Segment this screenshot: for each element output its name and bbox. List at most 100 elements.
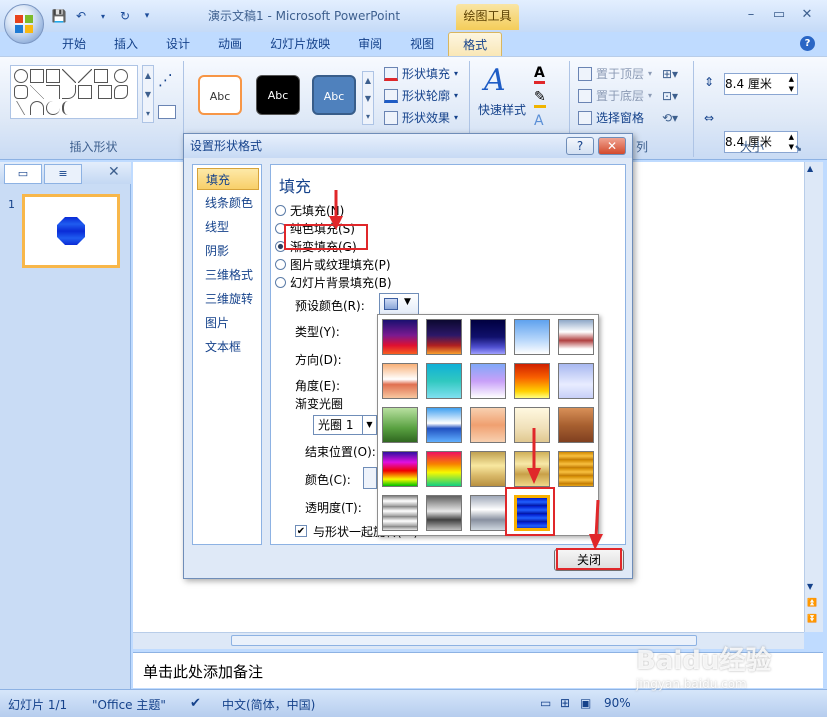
preset-swatch[interactable]	[426, 451, 462, 487]
bring-to-front-button[interactable]: 置于顶层 ▾	[578, 63, 652, 85]
style-sample-blue[interactable]: Abc	[312, 75, 356, 115]
next-slide-icon[interactable]: ⏬	[807, 614, 817, 623]
shape-right-arrow-icon[interactable]	[78, 85, 92, 99]
preset-colors-dropdown[interactable]: ▼	[379, 293, 419, 315]
quick-styles-a-icon[interactable]: A	[484, 63, 506, 98]
preset-swatch[interactable]	[558, 451, 594, 487]
close-pane-icon[interactable]: ✕	[108, 164, 120, 180]
shape-wave-icon[interactable]	[46, 101, 60, 115]
edit-shape-icon[interactable]: ⋰	[158, 71, 173, 89]
shape-rect-icon[interactable]	[30, 69, 44, 83]
nav-3d-rotation[interactable]: 三维旋转	[197, 288, 259, 310]
close-window-button[interactable]: ✕	[796, 6, 818, 24]
spellcheck-icon[interactable]: ✔	[190, 696, 201, 711]
normal-view-icon[interactable]: ▭	[540, 696, 551, 710]
preset-swatch[interactable]	[470, 451, 506, 487]
color-picker-button[interactable]	[363, 467, 377, 489]
nav-line-color[interactable]: 线条颜色	[197, 192, 259, 214]
save-icon[interactable]: 💾	[50, 7, 68, 25]
align-icon[interactable]: ⊞▾	[662, 67, 678, 81]
shape-elbow-icon[interactable]	[46, 85, 60, 99]
nav-textbox[interactable]: 文本框	[197, 336, 259, 358]
shape-arrow-line-icon[interactable]	[78, 69, 92, 83]
shape-rectangle-icon[interactable]	[94, 69, 108, 83]
shape-outline-button[interactable]: 形状轮廓 ▾	[384, 85, 458, 107]
preset-swatch[interactable]	[514, 319, 550, 355]
shape-vertical-text-icon[interactable]	[46, 69, 60, 83]
tab-home[interactable]: 开始	[48, 32, 100, 56]
scroll-down-icon[interactable]: ▼	[807, 582, 813, 591]
tab-review[interactable]: 审阅	[344, 32, 396, 56]
shapes-gallery[interactable]	[10, 65, 138, 119]
shape-line-icon[interactable]	[62, 69, 76, 83]
maximize-button[interactable]: ▭	[768, 6, 790, 24]
shape-lightning-icon[interactable]	[14, 101, 28, 115]
shape-textbox-icon[interactable]	[14, 69, 28, 83]
preset-swatch[interactable]	[470, 495, 506, 531]
preset-swatch[interactable]	[426, 407, 462, 443]
radio-picture-fill[interactable]: 图片或纹理填充(P)	[275, 255, 391, 273]
text-outline-icon[interactable]: ✎	[534, 89, 546, 108]
slideshow-view-icon[interactable]: ▣	[580, 696, 591, 710]
dialog-help-button[interactable]: ?	[566, 137, 594, 155]
shapes-scroll-icon[interactable]: ▲ ▼ ▾	[142, 65, 154, 123]
customize-qat-icon[interactable]: ▾	[138, 7, 156, 25]
rotate-icon[interactable]: ⟲▾	[662, 111, 678, 125]
scroll-up-icon[interactable]: ▲	[807, 164, 813, 173]
shape-freeform-icon[interactable]	[113, 85, 128, 99]
height-input[interactable]: 8.4 厘米 ▲ ▼	[724, 73, 798, 95]
preset-swatch[interactable]	[382, 495, 418, 531]
shape-fill-button[interactable]: 形状填充 ▾	[384, 63, 458, 85]
stop-select[interactable]: 光圈 1 ▼	[313, 415, 377, 435]
preset-swatch[interactable]	[426, 495, 462, 531]
height-spinner-icon[interactable]: ▲ ▼	[789, 74, 794, 94]
nav-fill[interactable]: 填充	[197, 168, 259, 190]
undo-icon[interactable]: ↶	[72, 7, 90, 25]
text-fill-icon[interactable]: A	[534, 65, 545, 84]
rotate-with-shape-checkbox[interactable]: ✔	[295, 525, 307, 537]
prev-slide-icon[interactable]: ⏫	[807, 598, 817, 607]
preset-swatch[interactable]	[558, 319, 594, 355]
shape-brace-icon[interactable]	[62, 101, 76, 115]
nav-shadow[interactable]: 阴影	[197, 240, 259, 262]
office-button[interactable]	[4, 4, 44, 44]
help-icon[interactable]: ?	[800, 36, 815, 51]
text-effects-icon[interactable]: A	[534, 113, 544, 129]
tab-insert[interactable]: 插入	[100, 32, 152, 56]
shape-triangle-icon[interactable]	[30, 85, 44, 99]
preset-swatch[interactable]	[426, 363, 462, 399]
dialog-launcher-icon[interactable]: ⬊	[794, 144, 802, 154]
tab-design[interactable]: 设计	[152, 32, 204, 56]
preset-swatch[interactable]	[558, 407, 594, 443]
slides-tab-icon[interactable]: ▭	[4, 164, 42, 184]
tab-format[interactable]: 格式	[448, 32, 503, 56]
shape-rounded-rect-icon[interactable]	[14, 85, 28, 99]
dialog-close-x-button[interactable]: ✕	[598, 137, 626, 155]
tab-slideshow[interactable]: 幻灯片放映	[256, 32, 344, 56]
shape-effects-button[interactable]: 形状效果 ▾	[384, 107, 458, 129]
redo-icon[interactable]: ↻	[116, 7, 134, 25]
minimize-button[interactable]: –	[740, 6, 762, 24]
nav-picture[interactable]: 图片	[197, 312, 259, 334]
preset-swatch[interactable]	[382, 363, 418, 399]
radio-background-fill[interactable]: 幻灯片背景填充(B)	[275, 273, 392, 291]
style-sample-black[interactable]: Abc	[256, 75, 300, 115]
preset-swatch[interactable]	[558, 363, 594, 399]
shape-oval-icon[interactable]	[113, 69, 128, 83]
preset-swatch[interactable]	[470, 363, 506, 399]
preset-swatch[interactable]	[382, 407, 418, 443]
shape-curve-icon[interactable]	[62, 85, 76, 99]
vertical-scrollbar[interactable]: ▲ ▼ ⏫ ⏬	[804, 162, 823, 632]
style-sample-orange[interactable]: Abc	[198, 75, 242, 115]
selection-pane-button[interactable]: 选择窗格	[578, 107, 652, 129]
preset-swatch[interactable]	[382, 319, 418, 355]
nav-line-style[interactable]: 线型	[197, 216, 259, 238]
nav-3d-format[interactable]: 三维格式	[197, 264, 259, 286]
preset-swatch[interactable]	[382, 451, 418, 487]
quick-styles-label[interactable]: 快速样式	[478, 101, 526, 118]
preset-swatch[interactable]	[514, 363, 550, 399]
tab-view[interactable]: 视图	[396, 32, 448, 56]
send-to-back-button[interactable]: 置于底层 ▾	[578, 85, 652, 107]
sorter-view-icon[interactable]: ⊞	[560, 696, 570, 710]
dropdown-icon[interactable]: ▾	[94, 7, 112, 25]
